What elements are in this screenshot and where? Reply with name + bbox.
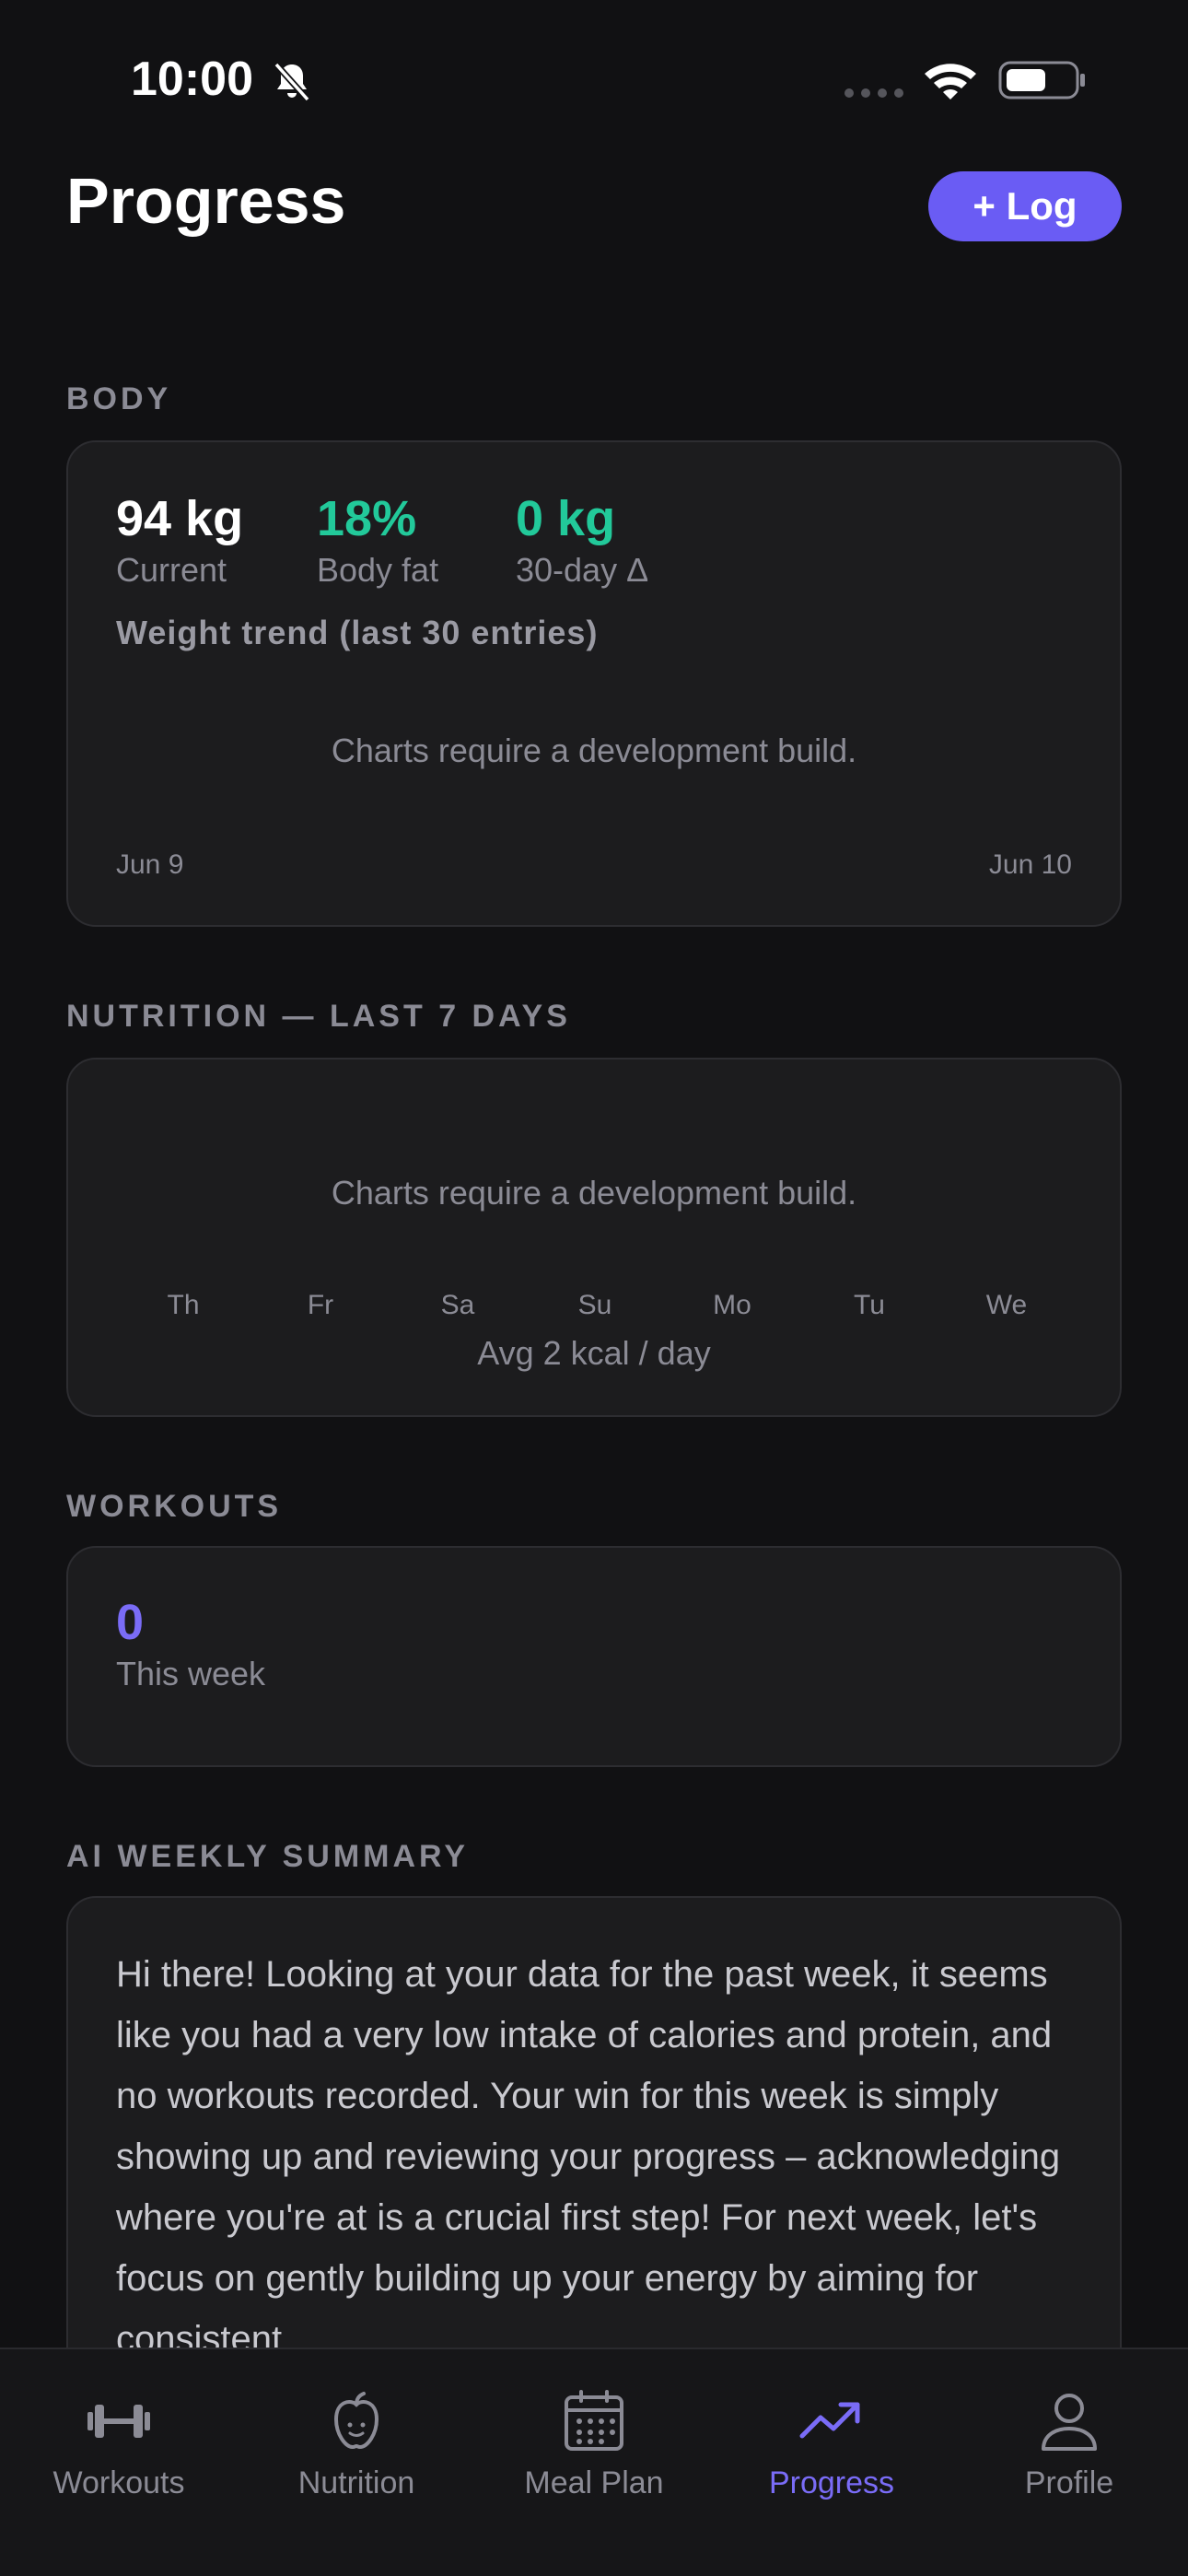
workouts-count-stat: 0 This week [116,1594,265,1693]
workouts-count-value: 0 [116,1595,145,1650]
nutrition-section-title: NUTRITION — LAST 7 DAYS [66,999,571,1034]
weight-delta-stat: 0 kg 30-day Δ [516,490,648,590]
person-icon [1042,2394,1097,2451]
dumbbell-icon [87,2405,150,2438]
tab-progress[interactable]: Progress [713,2368,950,2515]
nutrition-days-row: Th Fr Sa Su Mo Tu We [68,1290,1120,1327]
body-section-title: BODY [66,381,172,416]
apple-icon [333,2392,379,2450]
tab-meal-plan-label: Meal Plan [524,2465,664,2500]
day-label: We [985,1290,1028,1320]
log-button[interactable]: + Log [928,171,1122,241]
tab-workouts[interactable]: Workouts [0,2368,238,2515]
tab-progress-label: Progress [768,2465,895,2500]
body-fat-label: Body fat [317,551,439,589]
cellular-signal-icon [844,88,903,98]
weight-chart-placeholder: Charts require a development build. [331,732,857,769]
weight-delta-value: 0 kg [516,491,616,546]
current-weight-value: 94 kg [116,491,244,546]
weight-trend-caption: Weight trend (last 30 entries) [116,614,599,651]
tab-nutrition[interactable]: Nutrition [238,2368,475,2515]
calendar-icon [565,2390,623,2451]
battery-icon [998,61,1085,100]
chart-start-date: Jun 9 [116,849,184,880]
day-label: Mo [713,1290,751,1320]
body-fat-value: 18% [317,491,417,546]
nutrition-chart-placeholder: Charts require a development build. [331,1174,857,1212]
progress-screen: 10:00 Progress + Log BODY 94 kg Current … [0,0,1188,2576]
day-label: Sa [440,1290,475,1320]
workouts-card: 0 This week [66,1546,1122,1767]
weight-delta-label: 30-day Δ [516,551,649,589]
current-weight-label: Current [116,551,227,589]
day-label: Th [167,1290,200,1320]
status-time: 10:00 [131,53,253,106]
tab-nutrition-label: Nutrition [297,2465,415,2500]
status-bar: 10:00 [0,0,1188,157]
body-fat-stat: 18% Body fat [317,490,438,590]
chart-end-date: Jun 10 [988,849,1072,880]
tab-workouts-label: Workouts [52,2465,185,2500]
workouts-count-label: This week [116,1655,266,1692]
day-label: Tu [854,1290,885,1320]
body-card: 94 kg Current 18% Body fat 0 kg 30-day Δ… [66,440,1122,927]
day-label: Fr [307,1290,334,1320]
tab-meal-plan[interactable]: Meal Plan [475,2368,713,2515]
workouts-section-title: WORKOUTS [66,1489,283,1524]
summary-section-title: AI WEEKLY SUMMARY [66,1839,470,1874]
tab-profile[interactable]: Profile [950,2368,1188,2515]
nutrition-card: Charts require a development build. Th F… [66,1058,1122,1417]
page-title: Progress [66,165,346,237]
wifi-icon [925,64,976,100]
summary-text: Hi there! Looking at your data for the p… [116,1954,1061,2359]
trending-up-icon [799,2402,860,2439]
day-label: Su [577,1290,612,1320]
bell-muted-icon [274,62,310,102]
bottom-tab-bar: Workouts Nutrition Meal Plan Progress Pr… [0,2348,1188,2576]
current-weight-stat: 94 kg Current [116,490,243,590]
nutrition-average: Avg 2 kcal / day [477,1334,711,1372]
tab-profile-label: Profile [1024,2465,1114,2500]
